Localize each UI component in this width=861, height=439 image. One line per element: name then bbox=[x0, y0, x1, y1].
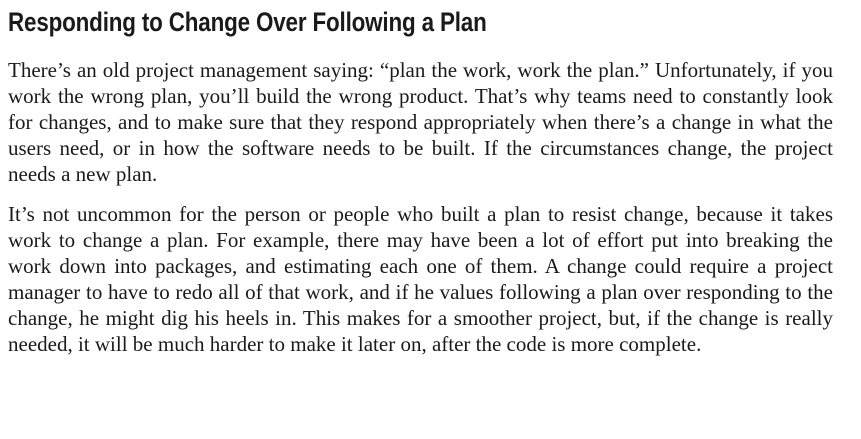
paragraph-plan-the-work: There’s an old project management saying… bbox=[8, 58, 833, 186]
section-heading: Responding to Change Over Following a Pl… bbox=[8, 7, 487, 37]
paragraph-resist-change: It’s not uncommon for the person or peop… bbox=[8, 202, 833, 356]
document-page: Responding to Change Over Following a Pl… bbox=[8, 0, 833, 357]
